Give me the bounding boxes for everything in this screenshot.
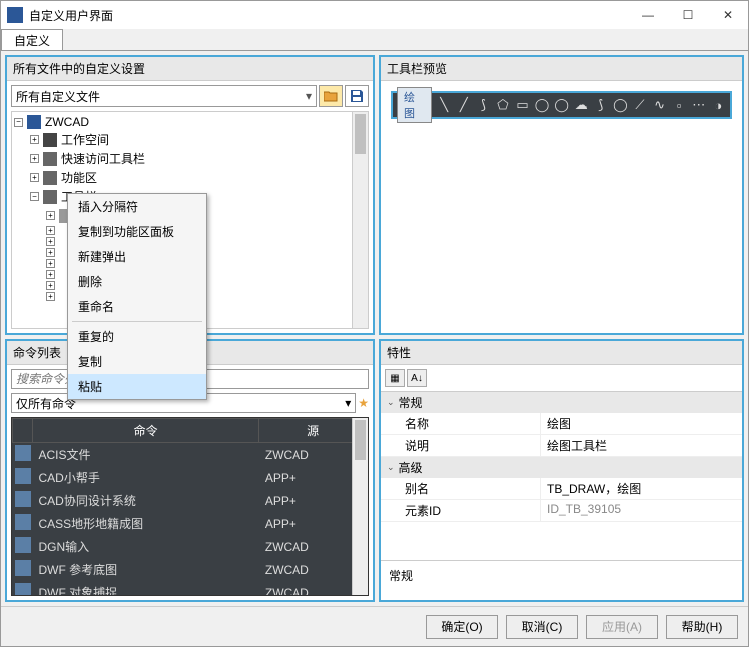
polygon-icon: ⬠ <box>495 97 511 113</box>
prop-alias[interactable]: 别名TB_DRAW，绘图 <box>381 478 742 500</box>
ctx-copy[interactable]: 复制 <box>68 349 206 374</box>
preview-toolbar: 绘图 ╲ ╱ ⟆ ⬠ ▭ ◯ ◯ ☁ ⟆ ◯ ⟋ ∿ ▫ ⋯ <box>391 91 732 119</box>
properties-toolbar: ▦ A↓ <box>381 365 742 392</box>
sort-button[interactable]: A↓ <box>407 369 427 387</box>
command-scrollbar[interactable] <box>352 418 368 595</box>
customize-panel: 所有文件中的自定义设置 所有自定义文件 ▾ <box>5 55 375 335</box>
toolbar-preview-panel: 工具栏预览 绘图 ╲ ╱ ⟆ ⬠ ▭ ◯ ◯ ☁ ⟆ ◯ ⟋ <box>379 55 744 335</box>
minimize-button[interactable]: — <box>628 1 668 29</box>
ctx-copy-to-ribbon[interactable]: 复制到功能区面板 <box>68 219 206 244</box>
table-row[interactable]: ACIS文件ZWCAD <box>13 443 368 467</box>
toolbar-icon <box>43 190 57 204</box>
tab-customize[interactable]: 自定义 <box>1 29 63 50</box>
chevron-down-icon: ▾ <box>345 396 351 410</box>
table-row[interactable]: DGN输入ZWCAD <box>13 535 368 558</box>
table-row[interactable]: DWF 参考底图ZWCAD <box>13 558 368 581</box>
close-button[interactable]: ✕ <box>708 1 748 29</box>
save-icon <box>350 89 364 103</box>
cloud-icon: ☁ <box>573 97 589 113</box>
properties-summary: 常规 <box>381 560 742 600</box>
ellipse-icon: ◯ <box>554 97 570 113</box>
more-icon: ⋯ <box>691 97 707 113</box>
preview-header: 工具栏预览 <box>381 57 742 81</box>
customize-header: 所有文件中的自定义设置 <box>7 57 373 81</box>
point-icon: ▫ <box>671 97 687 113</box>
preview-caption: 绘图 <box>397 87 432 123</box>
maximize-button[interactable]: ☐ <box>668 1 708 29</box>
ctx-insert-separator[interactable]: 插入分隔符 <box>68 194 206 219</box>
prop-element-id[interactable]: 元素IDID_TB_39105 <box>381 500 742 522</box>
customize-filter-combo[interactable]: 所有自定义文件 ▾ <box>11 85 317 107</box>
toolbar-icon <box>43 152 57 166</box>
chevron-down-icon: ▾ <box>306 89 312 103</box>
table-row[interactable]: CAD小帮手APP+ <box>13 466 368 489</box>
ctx-paste[interactable]: 粘贴 <box>68 374 206 399</box>
tree-ribbon[interactable]: +功能区 <box>14 168 366 187</box>
command-icon <box>15 468 31 484</box>
ctx-duplicate[interactable]: 重复的 <box>68 324 206 349</box>
ok-button[interactable]: 确定(O) <box>426 615 498 639</box>
dialog-window: 自定义用户界面 — ☐ ✕ 自定义 所有文件中的自定义设置 所有自定义文件 ▾ <box>0 0 749 647</box>
properties-panel: 特性 ▦ A↓ ⌄常规 名称绘图 说明绘图工具栏 ⌄高级 别名TB_DRAW，绘… <box>379 339 744 602</box>
dialog-footer: 确定(O) 取消(C) 应用(A) 帮助(H) <box>1 606 748 646</box>
command-icon <box>15 537 31 553</box>
command-icon <box>15 491 31 507</box>
table-row[interactable]: DWF 对象捕捉ZWCAD <box>13 581 368 596</box>
command-icon <box>15 445 31 461</box>
ctx-new-flyout[interactable]: 新建弹出 <box>68 244 206 269</box>
category-advanced[interactable]: ⌄高级 <box>381 457 742 478</box>
rect-icon: ▭ <box>515 97 531 113</box>
context-menu: 插入分隔符 复制到功能区面板 新建弹出 删除 重命名 重复的 复制 粘贴 <box>67 193 207 400</box>
col-command[interactable]: 命令 <box>33 419 259 443</box>
ctx-rename[interactable]: 重命名 <box>68 294 206 319</box>
command-icon <box>15 514 31 530</box>
folder-icon <box>324 90 338 102</box>
properties-header: 特性 <box>381 341 742 365</box>
titlebar: 自定义用户界面 — ☐ ✕ <box>1 1 748 29</box>
prop-name[interactable]: 名称绘图 <box>381 413 742 435</box>
apply-button[interactable]: 应用(A) <box>586 615 658 639</box>
table-row[interactable]: CAD协同设计系统APP+ <box>13 489 368 512</box>
end-icon: ◑ <box>711 97 727 113</box>
properties-grid[interactable]: ⌄常规 名称绘图 说明绘图工具栏 ⌄高级 别名TB_DRAW，绘图 元素IDID… <box>381 392 742 560</box>
content-area: 所有文件中的自定义设置 所有自定义文件 ▾ <box>1 51 748 606</box>
new-command-button[interactable]: ★ <box>358 396 369 410</box>
tree-root[interactable]: −ZWCAD <box>14 114 366 130</box>
arc3-icon: ⟋ <box>632 97 648 113</box>
ring-icon: ◯ <box>613 97 629 113</box>
help-button[interactable]: 帮助(H) <box>666 615 738 639</box>
command-table[interactable]: 命令 源 ACIS文件ZWCADCAD小帮手APP+CAD协同设计系统APP+C… <box>11 417 369 596</box>
donut-icon: ◯ <box>534 97 550 113</box>
category-general[interactable]: ⌄常规 <box>381 392 742 413</box>
line-icon: ╲ <box>436 97 452 113</box>
customize-filter-value: 所有自定义文件 <box>16 88 100 105</box>
window-title: 自定义用户界面 <box>29 7 628 24</box>
open-button[interactable] <box>319 85 343 107</box>
table-row[interactable]: CASS地形地籍成图APP+ <box>13 512 368 535</box>
arc2-icon: ⟆ <box>593 97 609 113</box>
ctx-delete[interactable]: 删除 <box>68 269 206 294</box>
categorize-button[interactable]: ▦ <box>385 369 405 387</box>
tree-scrollbar[interactable] <box>352 112 368 328</box>
spline-icon: ∿ <box>652 97 668 113</box>
xline-icon: ╱ <box>456 97 472 113</box>
arc-icon: ⟆ <box>476 97 492 113</box>
ribbon-icon <box>43 171 57 185</box>
tree-quickaccess[interactable]: +快速访问工具栏 <box>14 149 366 168</box>
tree-workspace[interactable]: +工作空间 <box>14 130 366 149</box>
ctx-separator <box>72 321 202 322</box>
cancel-button[interactable]: 取消(C) <box>506 615 578 639</box>
gear-icon <box>43 133 57 147</box>
command-icon <box>15 560 31 576</box>
command-icon <box>15 583 31 596</box>
save-button[interactable] <box>345 85 369 107</box>
cui-icon <box>27 115 41 129</box>
prop-desc[interactable]: 说明绘图工具栏 <box>381 435 742 457</box>
tab-strip: 自定义 <box>1 29 748 51</box>
app-icon <box>7 7 23 23</box>
